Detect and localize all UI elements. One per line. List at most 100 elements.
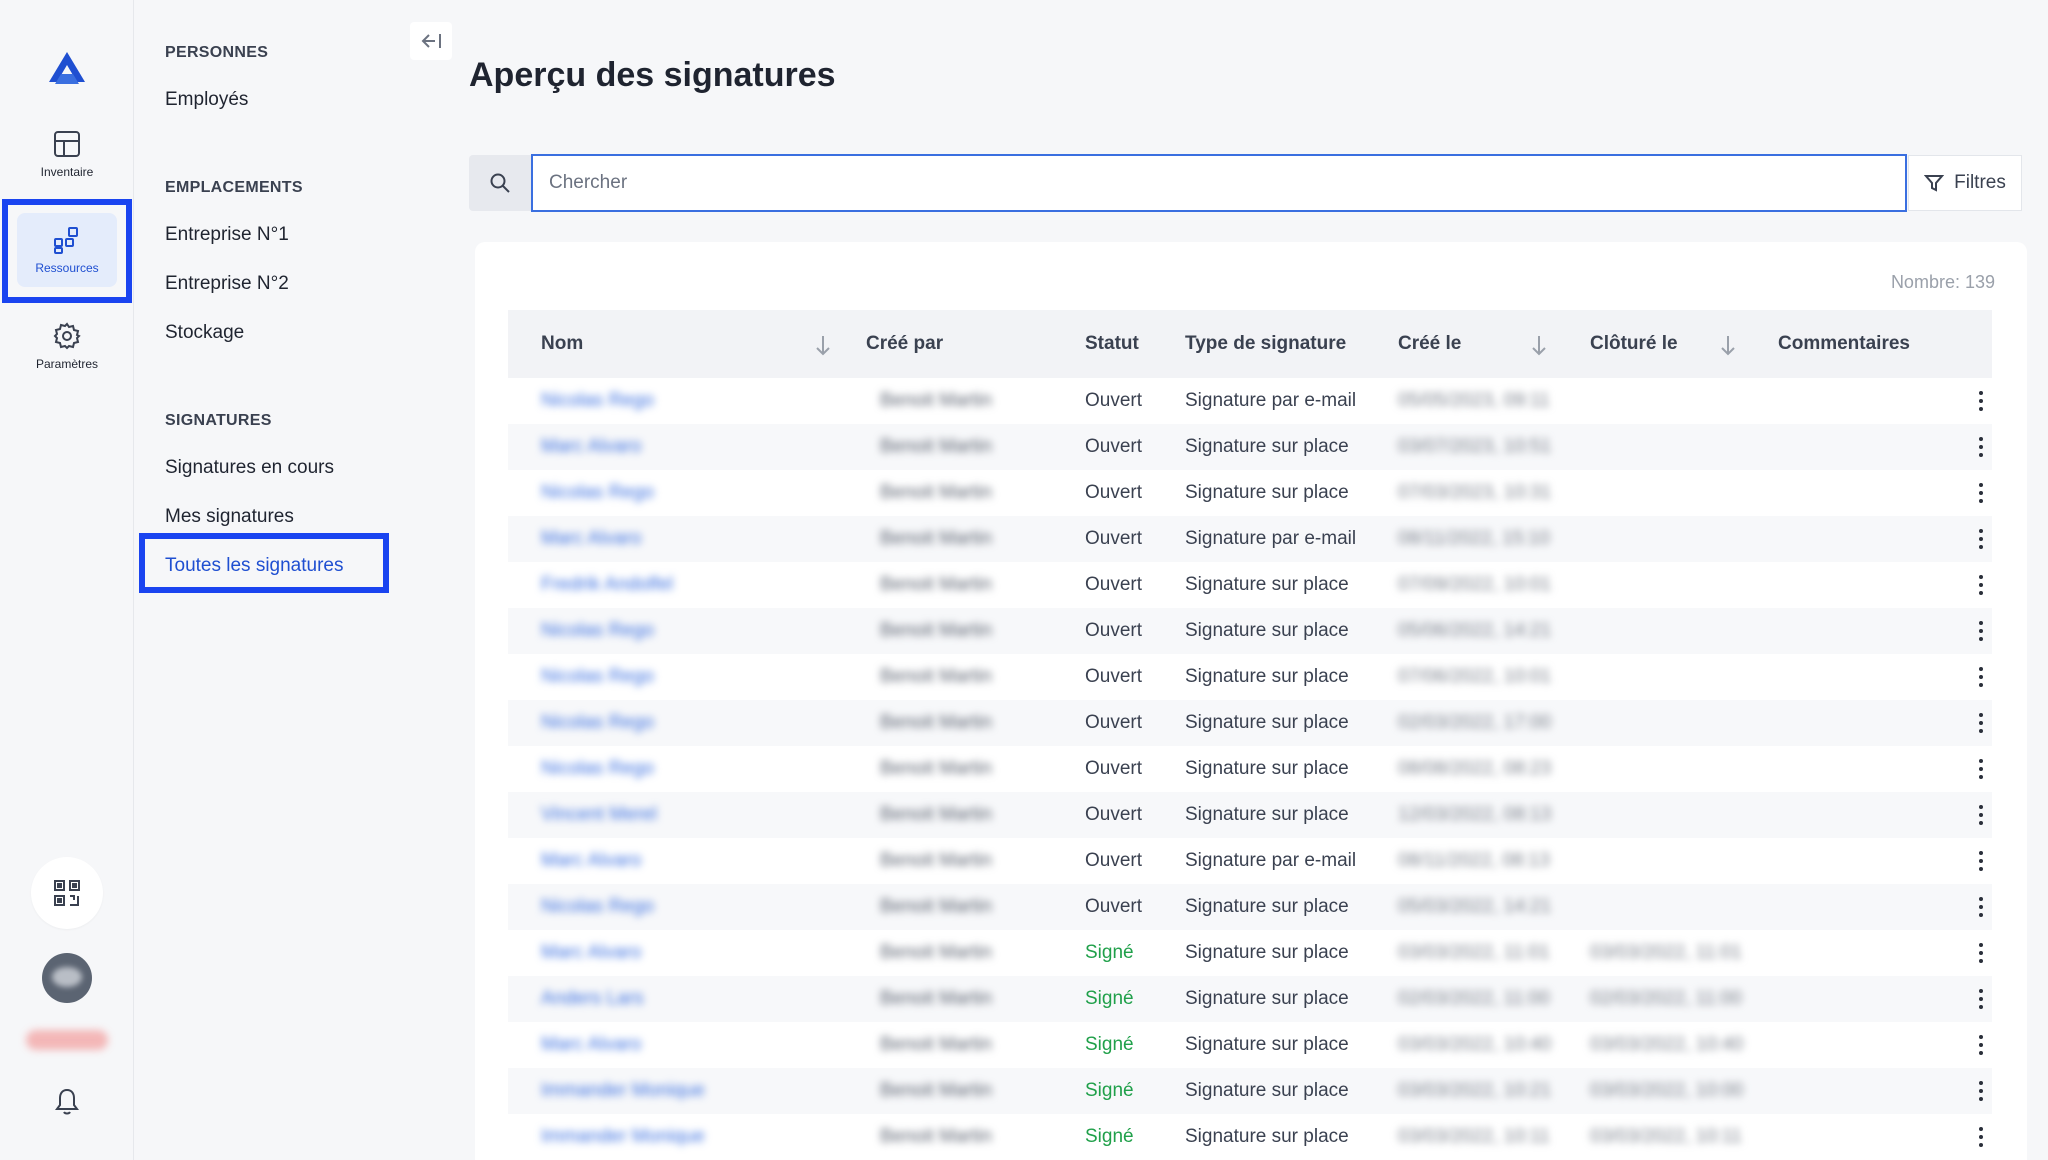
row-more-options-icon[interactable] bbox=[1977, 435, 1985, 459]
user-avatar[interactable] bbox=[42, 953, 92, 1003]
cell-status: Signé bbox=[1085, 1080, 1134, 1101]
table-row[interactable]: Nicolas Rego Benoit Martin Ouvert Signature… bbox=[508, 654, 1992, 700]
table-row[interactable]: Nicolas Rego Benoit Martin Ouvert Signature… bbox=[508, 378, 1992, 424]
table-row[interactable]: Nicolas Rego Benoit Martin Ouvert Signature… bbox=[508, 470, 1992, 516]
cell-name[interactable]: Marc Alvaro bbox=[541, 424, 641, 470]
row-more-options-icon[interactable] bbox=[1977, 803, 1985, 827]
filters-button[interactable]: Filtres bbox=[1908, 155, 2022, 211]
table-row[interactable]: Nicolas Rego Benoit Martin Ouvert Signature… bbox=[508, 608, 1992, 654]
column-header-statut[interactable]: Statut bbox=[1085, 310, 1139, 378]
row-more-options-icon[interactable] bbox=[1977, 941, 1985, 965]
cell-signature-type: Signature par e-mail bbox=[1185, 528, 1357, 549]
cell-name[interactable]: Nicolas Rego bbox=[541, 654, 654, 700]
row-more-options-icon[interactable] bbox=[1977, 481, 1985, 505]
cell-created-by: Benoit Martin bbox=[880, 896, 992, 917]
table-row[interactable]: Marc Alvaro Benoit Martin Ouvert Signature … bbox=[508, 424, 1992, 470]
app-logo-icon[interactable] bbox=[47, 50, 87, 88]
search-bar: Filtres bbox=[469, 154, 2023, 212]
row-more-options-icon[interactable] bbox=[1977, 757, 1985, 781]
rail-item-inventaire[interactable]: Inventaire bbox=[17, 117, 117, 191]
cell-closed-date: 03/03/2022, 11:01 bbox=[1590, 942, 1742, 963]
collapse-left-icon bbox=[421, 34, 441, 48]
table-row[interactable]: Marc Alvaro Benoit Martin Signé Signature s… bbox=[508, 1022, 1992, 1068]
column-header-cree-le[interactable]: Créé le bbox=[1398, 310, 1461, 378]
column-header-nom[interactable]: Nom bbox=[541, 310, 583, 378]
cell-signature-type: Signature sur place bbox=[1185, 988, 1349, 1009]
cell-signature-type: Signature sur place bbox=[1185, 574, 1349, 595]
table-row[interactable]: Marc Alvaro Benoit Martin Ouvert Signature … bbox=[508, 838, 1992, 884]
nav-item-mes-signatures[interactable]: Mes signatures bbox=[165, 506, 294, 528]
qr-code-button[interactable] bbox=[31, 857, 103, 929]
nav-item-entreprise-1[interactable]: Entreprise N°1 bbox=[165, 224, 289, 246]
column-header-cloture-le[interactable]: Clôturé le bbox=[1590, 310, 1678, 378]
search-input[interactable] bbox=[531, 154, 1907, 212]
row-more-options-icon[interactable] bbox=[1977, 895, 1985, 919]
sort-arrow-down-icon[interactable] bbox=[1719, 334, 1737, 356]
table-row[interactable]: Immander Monique Benoit Martin Signé Signat… bbox=[508, 1114, 1992, 1160]
cell-name[interactable]: Nicolas Rego bbox=[541, 378, 654, 424]
column-header-commentaires[interactable]: Commentaires bbox=[1778, 310, 1910, 378]
row-more-options-icon[interactable] bbox=[1977, 573, 1985, 597]
cell-created-by: Benoit Martin bbox=[880, 528, 992, 549]
filter-icon bbox=[1924, 175, 1945, 192]
cell-name[interactable]: Nicolas Rego bbox=[541, 746, 654, 792]
cell-name[interactable]: Marc Alvaro bbox=[541, 930, 641, 976]
table-row[interactable]: Vincent Merel Benoit Martin Ouvert Signatur… bbox=[508, 792, 1992, 838]
row-more-options-icon[interactable] bbox=[1977, 987, 1985, 1011]
table-row[interactable]: Nicolas Rego Benoit Martin Ouvert Signature… bbox=[508, 884, 1992, 930]
column-header-cree-par[interactable]: Créé par bbox=[866, 310, 943, 378]
table-row[interactable]: Marc Alvaro Benoit Martin Ouvert Signature … bbox=[508, 516, 1992, 562]
row-more-options-icon[interactable] bbox=[1977, 389, 1985, 413]
cell-name[interactable]: Marc Alvaro bbox=[541, 838, 641, 884]
cell-created-date: 03/07/2023, 10:51 bbox=[1398, 436, 1552, 457]
search-icon bbox=[490, 173, 510, 193]
collapse-sidebar-button[interactable] bbox=[410, 22, 452, 60]
row-more-options-icon[interactable] bbox=[1977, 527, 1985, 551]
active-nav-highlight bbox=[139, 533, 389, 593]
nav-item-entreprise-2[interactable]: Entreprise N°2 bbox=[165, 273, 289, 295]
cell-name[interactable]: Nicolas Rego bbox=[541, 700, 654, 746]
cell-name[interactable]: Nicolas Rego bbox=[541, 884, 654, 930]
column-header-type[interactable]: Type de signature bbox=[1185, 310, 1346, 378]
row-more-options-icon[interactable] bbox=[1977, 849, 1985, 873]
cell-name[interactable]: Anders Lars bbox=[541, 976, 643, 1022]
table-row[interactable]: Anders Lars Benoit Martin Signé Signature s… bbox=[508, 976, 1992, 1022]
cell-name[interactable]: Nicolas Rego bbox=[541, 608, 654, 654]
table-row[interactable]: Nicolas Rego Benoit Martin Ouvert Signature… bbox=[508, 700, 1992, 746]
table-row[interactable]: Nicolas Rego Benoit Martin Ouvert Signature… bbox=[508, 746, 1992, 792]
section-title-personnes: PERSONNES bbox=[165, 44, 269, 61]
rail-item-parametres[interactable]: Paramètres bbox=[17, 309, 117, 383]
row-more-options-icon[interactable] bbox=[1977, 619, 1985, 643]
cell-created-by: Benoit Martin bbox=[880, 712, 992, 733]
cell-name[interactable]: Vincent Merel bbox=[541, 792, 657, 838]
cell-name[interactable]: Marc Alvaro bbox=[541, 516, 641, 562]
cell-signature-type: Signature sur place bbox=[1185, 712, 1349, 733]
cell-name[interactable]: Marc Alvaro bbox=[541, 1022, 641, 1068]
cell-signature-type: Signature sur place bbox=[1185, 482, 1349, 503]
cell-name[interactable]: Immander Monique bbox=[541, 1068, 705, 1114]
search-button[interactable] bbox=[469, 155, 531, 211]
table-row[interactable]: Marc Alvaro Benoit Martin Signé Signature s… bbox=[508, 930, 1992, 976]
cell-name[interactable]: Immander Monique bbox=[541, 1114, 705, 1160]
row-more-options-icon[interactable] bbox=[1977, 1125, 1985, 1149]
cell-name[interactable]: Fredrik Andolfel bbox=[541, 562, 673, 608]
row-more-options-icon[interactable] bbox=[1977, 665, 1985, 689]
row-more-options-icon[interactable] bbox=[1977, 1033, 1985, 1057]
table-row[interactable]: Immander Monique Benoit Martin Signé Signat… bbox=[508, 1068, 1992, 1114]
cell-name[interactable]: Nicolas Rego bbox=[541, 470, 654, 516]
cell-created-date: 03/03/2022, 10:40 bbox=[1398, 1034, 1552, 1055]
row-more-options-icon[interactable] bbox=[1977, 1079, 1985, 1103]
nav-item-stockage[interactable]: Stockage bbox=[165, 322, 244, 344]
sort-arrow-down-icon[interactable] bbox=[1530, 334, 1548, 356]
nav-item-signatures-en-cours[interactable]: Signatures en cours bbox=[165, 457, 334, 479]
cell-created-by: Benoit Martin bbox=[880, 988, 992, 1009]
cell-created-date: 03/03/2022, 10:21 bbox=[1398, 1080, 1552, 1101]
table-row[interactable]: Fredrik Andolfel Benoit Martin Ouvert Signa… bbox=[508, 562, 1992, 608]
cell-created-date: 05/05/2023, 09:11 bbox=[1398, 390, 1550, 411]
qr-code-icon bbox=[54, 880, 80, 906]
row-more-options-icon[interactable] bbox=[1977, 711, 1985, 735]
bell-icon[interactable] bbox=[52, 1086, 82, 1116]
cell-signature-type: Signature sur place bbox=[1185, 896, 1349, 917]
nav-item-employes[interactable]: Employés bbox=[165, 89, 248, 111]
sort-arrow-down-icon[interactable] bbox=[814, 334, 832, 356]
